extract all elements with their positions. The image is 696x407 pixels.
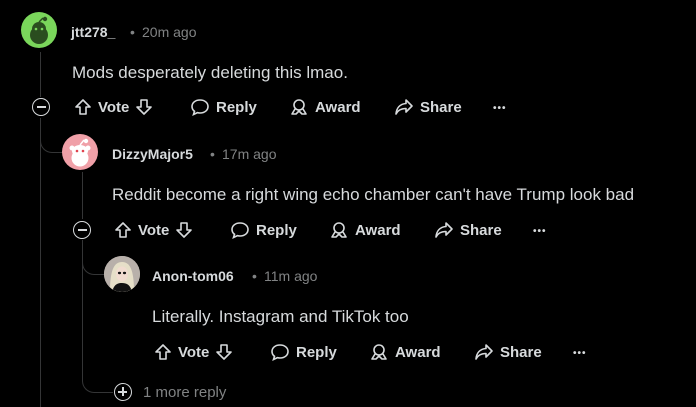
reply-button[interactable]: Reply (230, 221, 297, 239)
reddit-snoo-icon (69, 138, 91, 167)
avatar[interactable] (104, 256, 140, 292)
downvote-icon[interactable] (175, 221, 193, 239)
more-options-icon[interactable]: ••• (533, 226, 547, 237)
share-button[interactable]: Share (474, 343, 542, 361)
username[interactable]: Anon-tom06 (152, 268, 234, 284)
more-options-icon[interactable]: ••• (573, 348, 587, 359)
thread-connector-3 (82, 370, 113, 393)
reply-label: Reply (216, 98, 257, 116)
avatar[interactable] (62, 134, 98, 170)
share-icon (435, 222, 453, 238)
avatar[interactable] (21, 12, 57, 48)
vote-label: Vote (178, 343, 210, 361)
comment-text: Mods desperately deleting this lmao. (72, 63, 348, 82)
reply-button[interactable]: Reply (270, 343, 337, 361)
award-label: Award (395, 343, 441, 361)
award-button[interactable]: Award (369, 343, 441, 361)
more-options-icon[interactable]: ••• (493, 103, 507, 114)
downvote-icon[interactable] (215, 343, 233, 361)
expand-icon[interactable] (114, 383, 132, 401)
reply-label: Reply (296, 343, 337, 361)
timestamp[interactable]: 11m ago (264, 268, 317, 284)
vote-group: Vote (114, 221, 193, 239)
share-icon (475, 344, 493, 360)
comment-bubble-icon (231, 222, 249, 239)
collapse-button[interactable] (73, 221, 91, 239)
award-icon (331, 222, 347, 238)
comment-text: Literally. Instagram and TikTok too (152, 307, 409, 326)
upvote-icon[interactable] (74, 98, 92, 116)
share-label: Share (500, 343, 542, 361)
share-button[interactable]: Share (394, 98, 462, 116)
more-replies-link[interactable]: 1 more reply (143, 384, 226, 401)
award-icon (291, 99, 307, 115)
award-label: Award (315, 98, 361, 116)
share-button[interactable]: Share (434, 221, 502, 239)
thread-line-1b (40, 118, 41, 407)
timestamp[interactable]: 17m ago (222, 146, 276, 162)
award-icon (371, 344, 387, 360)
separator-dot: • (210, 146, 215, 162)
thread-line-2 (82, 172, 83, 219)
separator-dot: • (130, 24, 135, 40)
separator-dot: • (252, 268, 257, 284)
thread-line-1 (40, 52, 41, 97)
collapse-button[interactable] (32, 98, 50, 116)
comment-bubble-icon (191, 99, 209, 116)
share-label: Share (460, 221, 502, 239)
reply-button[interactable]: Reply (190, 98, 257, 116)
comment-bubble-icon (271, 344, 289, 361)
upvote-icon[interactable] (114, 221, 132, 239)
username[interactable]: DizzyMajor5 (112, 146, 193, 162)
downvote-icon[interactable] (135, 98, 153, 116)
reddit-snoo-icon (30, 16, 48, 44)
comment-text: Reddit become a right wing echo chamber … (112, 185, 635, 204)
vote-label: Vote (138, 221, 170, 239)
profile-photo-icon (104, 256, 140, 292)
thread-connector-2 (82, 250, 105, 275)
award-label: Award (355, 221, 401, 239)
award-button[interactable]: Award (329, 221, 401, 239)
vote-label: Vote (98, 98, 130, 116)
timestamp[interactable]: 20m ago (142, 24, 196, 40)
upvote-icon[interactable] (154, 343, 172, 361)
vote-group: Vote (74, 98, 153, 116)
share-label: Share (420, 98, 462, 116)
reply-label: Reply (256, 221, 297, 239)
thread-connector-1 (40, 128, 63, 153)
vote-group: Vote (154, 343, 233, 361)
username[interactable]: jtt278_ (71, 24, 115, 40)
award-button[interactable]: Award (289, 98, 361, 116)
share-icon (395, 99, 413, 115)
